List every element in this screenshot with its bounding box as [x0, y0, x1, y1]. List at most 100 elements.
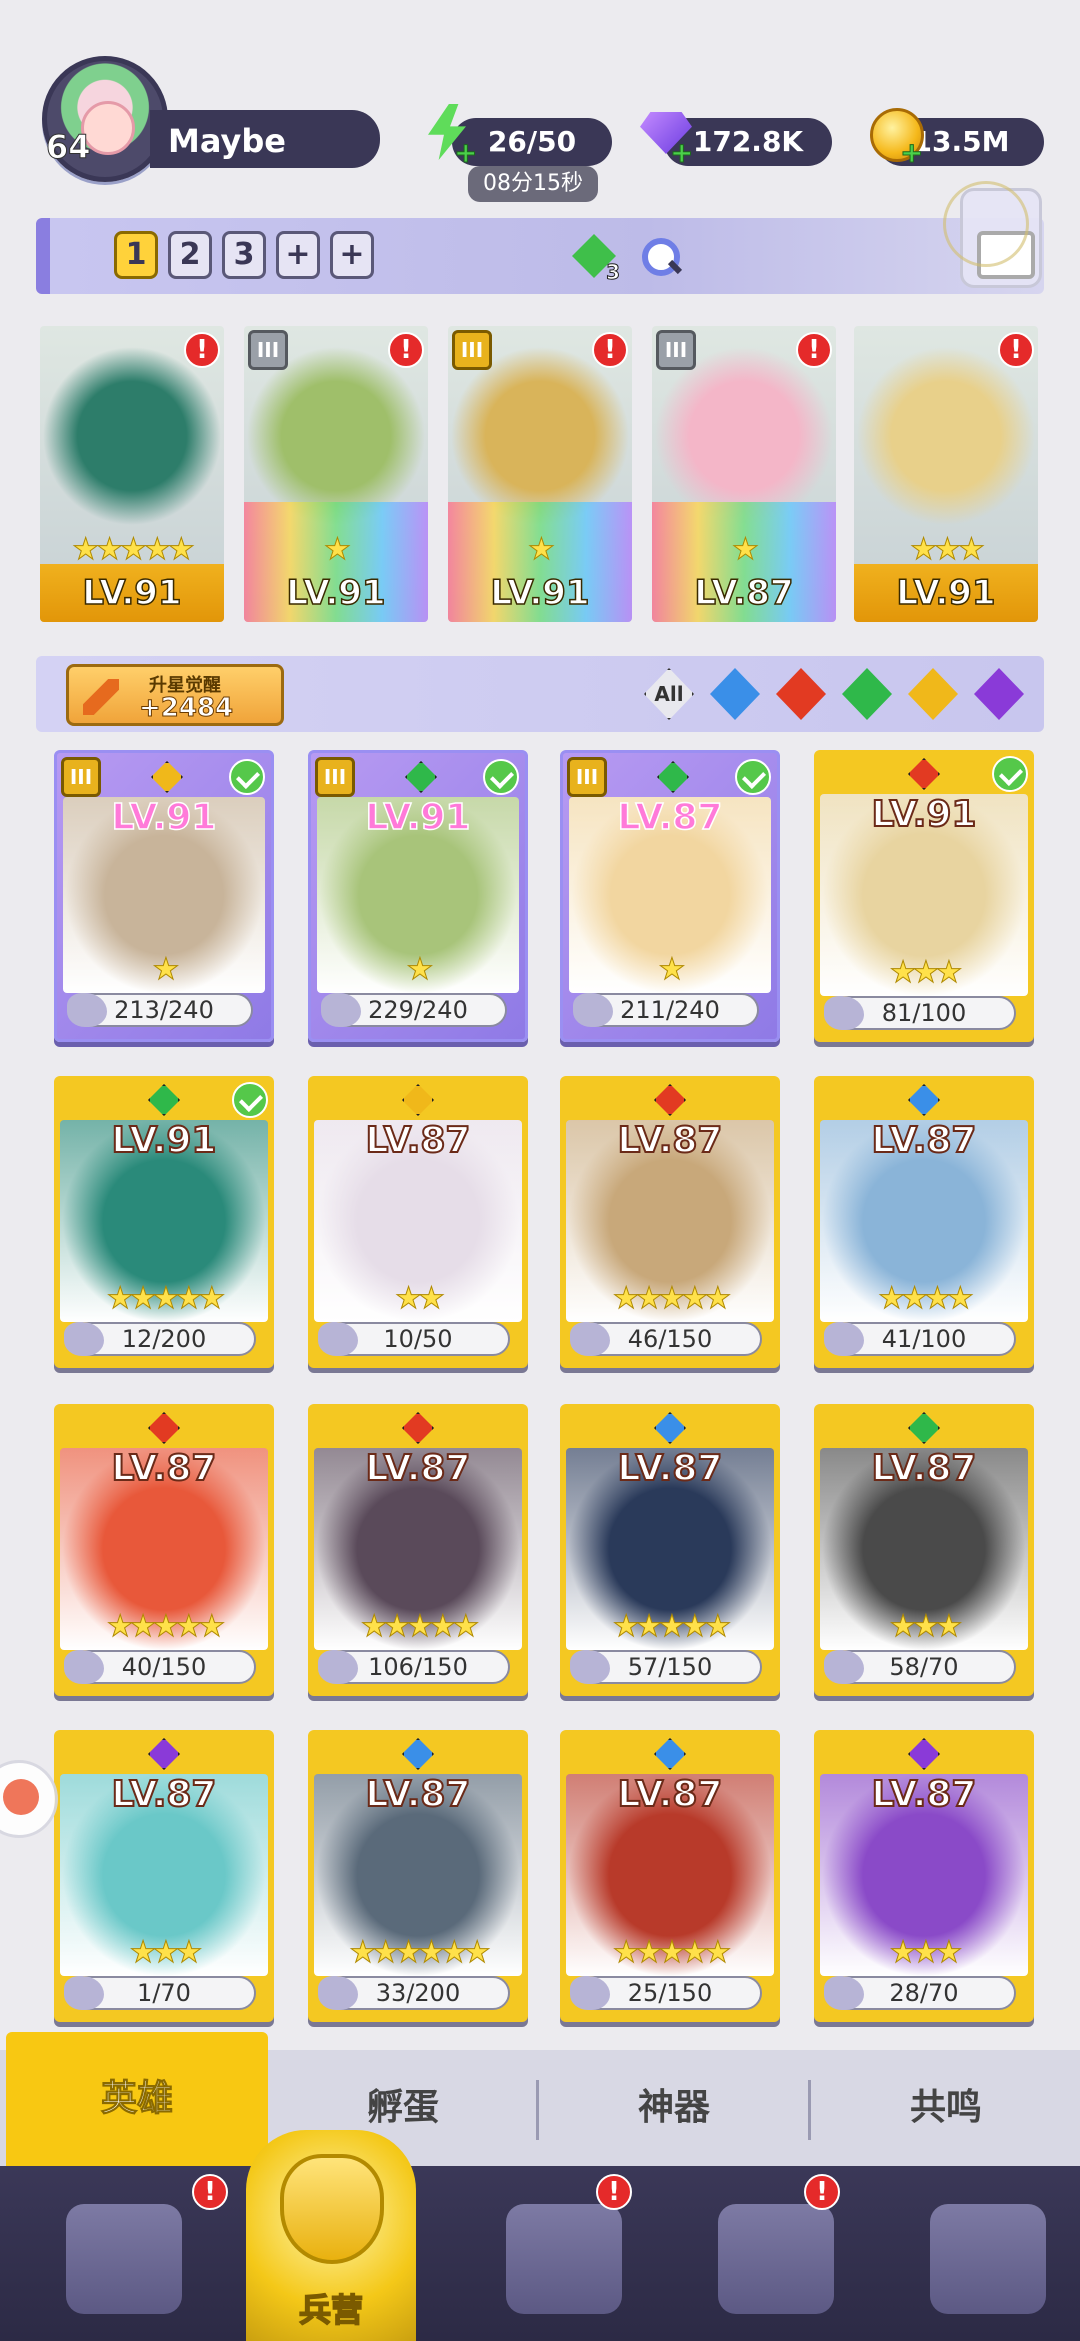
rank-badge: III	[567, 757, 607, 797]
filter-water-icon[interactable]	[708, 666, 762, 722]
team-tab-2[interactable]: 2	[168, 231, 212, 279]
floating-helper-button[interactable]	[0, 1760, 58, 1838]
team-hero-card[interactable]: ★ LV.87! III	[652, 326, 836, 622]
hero-card[interactable]: LV.91 ★★★ 81/100	[814, 750, 1034, 1042]
filter-dark-icon[interactable]	[972, 666, 1026, 722]
filter-nature-icon[interactable]	[840, 666, 894, 722]
filter-all-label: All	[654, 682, 684, 706]
shard-icon	[67, 993, 107, 1027]
shard-icon	[318, 1650, 358, 1684]
hero-stars: ★★★★★★	[349, 1935, 491, 1971]
add-gold-icon[interactable]: +	[899, 136, 923, 170]
coin-icon[interactable]: +	[866, 104, 924, 170]
filter-all[interactable]: All	[642, 666, 696, 722]
element-fire-icon	[906, 756, 942, 792]
hero-card[interactable]: LV.91 ★ 229/240 III	[308, 750, 528, 1042]
hero-stars: ★	[324, 532, 352, 568]
energy-timer: 08分15秒	[468, 166, 598, 202]
hero-card[interactable]: LV.87 ★★★★★ 40/150	[54, 1404, 274, 1696]
hero-stars: ★★★★★	[612, 1935, 731, 1971]
element-water-icon	[400, 1736, 436, 1772]
nav-map[interactable]: !	[456, 2166, 672, 2341]
filter-fire-icon[interactable]	[774, 666, 828, 722]
element-light-icon	[149, 759, 185, 795]
edit-team-button[interactable]	[943, 181, 1042, 288]
team-hero-card[interactable]: ★ LV.91! III	[244, 326, 428, 622]
team-add-button-2[interactable]: +	[330, 231, 374, 279]
hero-card[interactable]: LV.87 ★★ 10/50	[308, 1076, 528, 1368]
shard-icon	[318, 1976, 358, 2010]
hero-level: LV.87	[871, 1773, 978, 1816]
tab-resonance[interactable]: 共鸣	[812, 2050, 1080, 2166]
hero-card[interactable]: LV.87 ★★★★★★ 33/200	[308, 1730, 528, 2022]
hero-card[interactable]: LV.87 ★ 211/240 III	[560, 750, 780, 1042]
team-hero-card[interactable]: ★★★★★ LV.91!	[40, 326, 224, 622]
team-element-count: 3	[606, 260, 621, 285]
hero-level: LV.91	[111, 796, 217, 839]
hero-card[interactable]: LV.87 ★★★★★ 57/150	[560, 1404, 780, 1696]
nav-barracks[interactable]: 兵营	[246, 2130, 416, 2341]
add-energy-icon[interactable]: +	[453, 136, 477, 170]
shard-icon	[824, 1650, 864, 1684]
hero-level: LV.87	[617, 796, 723, 839]
hero-level: LV.87	[617, 1773, 724, 1816]
hero-card[interactable]: LV.87 ★★★★ 41/100	[814, 1076, 1034, 1368]
hero-stars: ★★★★★	[106, 1281, 225, 1317]
hero-stars: ★★★★★	[360, 1609, 479, 1645]
element-dark-icon	[906, 1736, 942, 1772]
gem-icon[interactable]: +	[636, 104, 694, 170]
team-hero-card[interactable]: ★★★ LV.91!	[854, 326, 1038, 622]
energy-icon[interactable]: +	[420, 104, 478, 170]
hero-card[interactable]: LV.87 ★★★★★ 106/150	[308, 1404, 528, 1696]
in-team-check-icon	[992, 756, 1028, 792]
team-tab-3[interactable]: 3	[222, 231, 266, 279]
hero-stars: ★★	[395, 1281, 446, 1317]
in-team-check-icon	[232, 1082, 268, 1118]
hero-card[interactable]: LV.87 ★★★ 1/70	[54, 1730, 274, 2022]
hero-card[interactable]: LV.87 ★★★★★ 25/150	[560, 1730, 780, 2022]
tab-heroes[interactable]: 英雄	[6, 2032, 268, 2166]
hero-level: LV.87	[111, 1447, 218, 1490]
filter-light-icon[interactable]	[906, 666, 960, 722]
shard-icon	[64, 1976, 104, 2010]
team-selector-bar: 1 2 3 + + 3	[36, 218, 1044, 294]
shop-icon	[718, 2204, 834, 2314]
tab-artifacts[interactable]: 神器	[540, 2050, 808, 2166]
star-awaken-button[interactable]: 升星觉醒 +2484	[66, 664, 284, 726]
hero-filter-bar: 升星觉醒 +2484 All	[36, 656, 1044, 732]
shard-icon	[824, 1322, 864, 1356]
hero-level: LV.91	[490, 572, 591, 614]
shard-icon	[570, 1650, 610, 1684]
search-icon[interactable]	[638, 234, 682, 278]
hero-card[interactable]: LV.91 ★★★★★ 12/200	[54, 1076, 274, 1368]
shard-icon	[824, 996, 864, 1030]
rank-badge: III	[315, 757, 355, 797]
hero-level: LV.87	[617, 1447, 724, 1490]
team-hero-card[interactable]: ★ LV.91! III	[448, 326, 632, 622]
nav-shop[interactable]: !	[668, 2166, 884, 2341]
hero-card[interactable]: LV.91 ★ 213/240 III	[54, 750, 274, 1042]
hero-stars: ★★★	[889, 1935, 963, 1971]
hero-level: LV.87	[617, 1119, 724, 1162]
hero-card[interactable]: LV.87 ★★★ 28/70	[814, 1730, 1034, 2022]
bottom-nav: ! ! !	[0, 2166, 1080, 2341]
element-nature-icon	[146, 1082, 182, 1118]
nav-shop-alert: !	[804, 2174, 840, 2210]
rank-badge: III	[656, 330, 696, 370]
hero-card[interactable]: LV.87 ★★★★★ 46/150	[560, 1076, 780, 1368]
shard-icon	[318, 1322, 358, 1356]
hero-level: LV.91	[40, 564, 224, 622]
add-gem-icon[interactable]: +	[669, 136, 693, 170]
team-tab-1[interactable]: 1	[114, 231, 158, 279]
team-element-bonus-icon[interactable]: 3	[570, 232, 621, 285]
nav-guild[interactable]	[880, 2166, 1080, 2341]
hero-level: LV.87	[365, 1773, 472, 1816]
shard-icon	[321, 993, 361, 1027]
hero-level: LV.87	[111, 1773, 218, 1816]
element-light-icon	[400, 1082, 436, 1118]
hero-card[interactable]: LV.87 ★★★ 58/70	[814, 1404, 1034, 1696]
hero-level: LV.91	[365, 796, 471, 839]
element-water-icon	[652, 1410, 688, 1446]
team-add-button-1[interactable]: +	[276, 231, 320, 279]
nav-cards[interactable]: !	[16, 2166, 232, 2341]
